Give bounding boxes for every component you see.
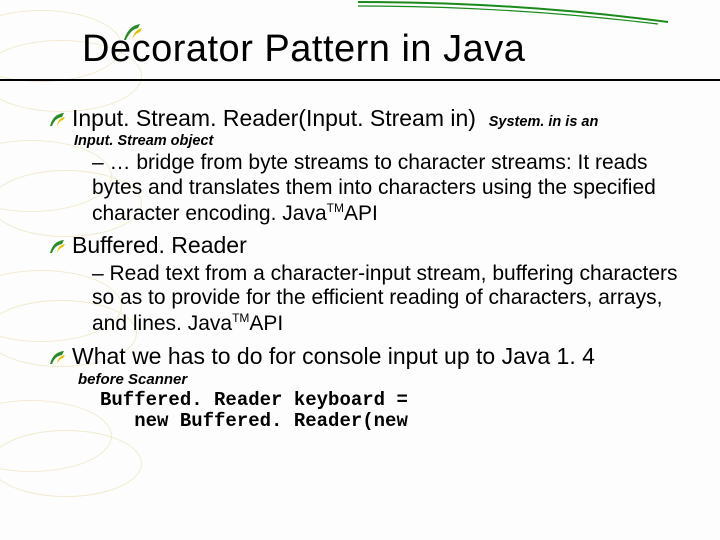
sub-bullet-tail: API [344,202,378,225]
superscript: TM [327,201,344,215]
code-block: Buffered. Reader keyboard = new Buffered… [100,390,690,433]
bullet-text: What we has to do for console input up t… [72,343,595,370]
bullet-text: Input. Stream. Reader(Input. Stream in) … [72,105,598,132]
bullet-subnote: Input. Stream object [74,133,690,149]
leaf-bullet-icon [48,110,66,128]
bullet-item: What we has to do for console input up t… [48,343,690,370]
superscript: TM [232,311,249,325]
title-bar: Decorator Pattern in Java [0,0,720,81]
before-scanner-note: before Scanner [78,371,690,388]
slide-content: Input. Stream. Reader(Input. Stream in) … [0,81,720,433]
bullet-main: Input. Stream. Reader(Input. Stream in) [72,105,476,131]
bullet-text: Buffered. Reader [72,232,247,259]
leaf-bullet-icon [48,348,66,366]
sub-bullet-text: – Read text from a character-input strea… [92,262,678,336]
sub-bullet: – … bridge from byte streams to characte… [92,151,690,226]
sub-bullet-tail: API [249,312,283,335]
slide-title: Decorator Pattern in Java [82,28,720,71]
bullet-item: Input. Stream. Reader(Input. Stream in) … [48,105,690,132]
bullet-item: Buffered. Reader [48,232,690,259]
leaf-bullet-icon [48,237,66,255]
bullet-annotation: System. in is an [489,114,599,130]
sub-bullet: – Read text from a character-input strea… [92,262,690,337]
